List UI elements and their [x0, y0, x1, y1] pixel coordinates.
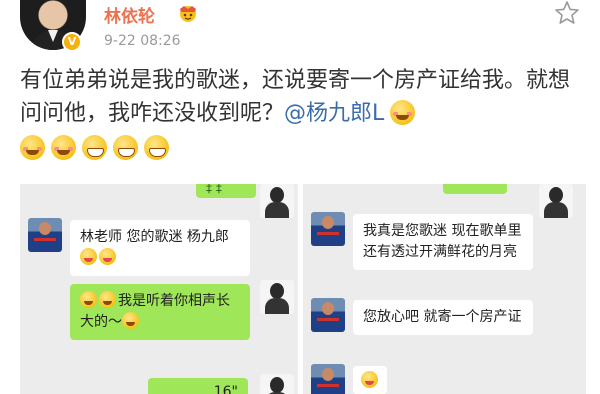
emoji-icon	[113, 135, 138, 160]
emoji-icon	[82, 135, 107, 160]
chat-avatar-self	[260, 280, 294, 314]
chat-bubble-received: 我真是您歌迷 现在歌单里还有透过开满鲜花的月亮	[353, 214, 533, 270]
emoji-icon	[51, 135, 76, 160]
chat-avatar-self	[260, 184, 294, 218]
username[interactable]: 林依轮	[104, 2, 155, 27]
chat-bubble-received	[353, 366, 387, 394]
chat-avatar-self	[260, 374, 294, 394]
emoji-icon	[144, 135, 169, 160]
chat-screenshot-left[interactable]: ‡ ‡ 林老师 您的歌迷 杨九郎 我是听着你相声长大的～ 16"	[20, 184, 298, 394]
emoji-row	[20, 132, 590, 165]
mention-link[interactable]: @杨九郎L	[284, 101, 384, 126]
chat-avatar-other	[311, 364, 345, 394]
emoji-icon	[80, 291, 97, 308]
chat-avatar-other	[311, 212, 345, 246]
emoji-icon	[20, 135, 45, 160]
crown-icon	[180, 6, 196, 22]
voice-message-bubble[interactable]: 16"	[148, 378, 248, 394]
star-icon[interactable]	[554, 0, 580, 26]
chat-bubble-fragment: ‡ ‡	[196, 184, 256, 198]
verified-badge-icon: V	[62, 32, 82, 52]
chat-avatar-other	[311, 298, 345, 332]
chat-emoji-row	[80, 248, 240, 269]
chat-bubble-fragment	[443, 184, 507, 194]
chat-avatar-self	[539, 184, 573, 218]
chat-message-text: 林老师 您的歌迷 杨九郎	[80, 229, 229, 245]
voice-duration: 16"	[213, 384, 238, 394]
chat-message-text: 我真是您歌迷 现在歌单里还有透过开满鲜花的月亮	[363, 223, 522, 260]
chat-message-text: 您放心吧 就寄一个房产证	[363, 309, 522, 325]
chat-bubble-received: 您放心吧 就寄一个房产证	[353, 300, 533, 335]
post-timestamp: 9-22 08:26	[104, 33, 181, 49]
emoji-icon	[122, 312, 139, 329]
chat-screenshot-right[interactable]: 我真是您歌迷 现在歌单里还有透过开满鲜花的月亮 您放心吧 就寄一个房产证	[303, 184, 586, 394]
emoji-icon	[390, 100, 416, 125]
emoji-icon	[80, 248, 97, 265]
post-body: 有位弟弟说是我的歌迷，还说要寄一个房产证给我。就想问问他，我咋还没收到呢？@杨九…	[20, 64, 590, 165]
chat-bubble-sent: 我是听着你相声长大的～	[70, 284, 250, 340]
emoji-icon	[99, 248, 116, 265]
chat-avatar-other	[28, 218, 62, 252]
emoji-icon	[361, 371, 378, 388]
post-header: V 林依轮 9-22 08:26	[0, 0, 600, 60]
emoji-icon	[99, 291, 116, 308]
chat-bubble-received: 林老师 您的歌迷 杨九郎	[70, 220, 250, 276]
